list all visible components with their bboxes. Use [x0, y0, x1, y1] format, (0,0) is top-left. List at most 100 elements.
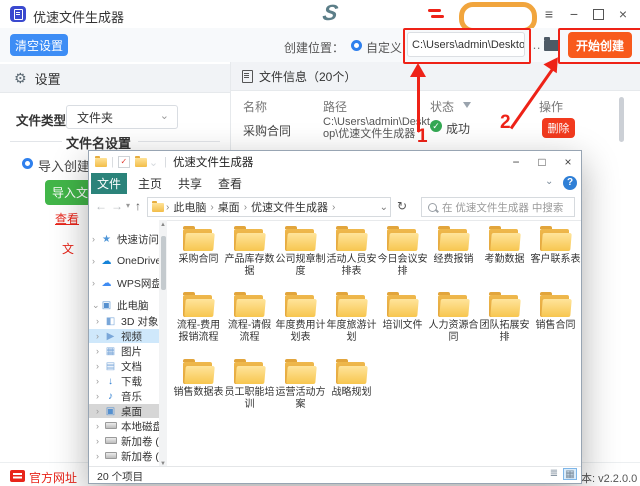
- explorer-close-icon[interactable]: ×: [555, 155, 581, 169]
- up-icon[interactable]: ↑: [135, 199, 141, 213]
- folder-icon[interactable]: [134, 155, 147, 167]
- minimize-icon[interactable]: −: [565, 6, 583, 22]
- sidebar-item-videos[interactable]: › ▶ 视频: [89, 329, 167, 343]
- drive-icon: [104, 436, 117, 447]
- folder-item[interactable]: 考勤数据: [479, 226, 530, 278]
- folder-item[interactable]: 流程-费用报销流程: [173, 292, 224, 344]
- clear-settings-button[interactable]: 清空设置: [10, 34, 68, 56]
- explorer-minimize-icon[interactable]: −: [503, 155, 529, 169]
- breadcrumb[interactable]: › 此电脑 › 桌面 › 优速文件生成器 › ⌄: [147, 197, 391, 217]
- crumb-current[interactable]: 优速文件生成器: [251, 199, 328, 215]
- annotation-arrow-1: [417, 76, 420, 132]
- menu-icon[interactable]: ≡: [540, 6, 558, 22]
- folder-item[interactable]: 产品库存数据: [224, 226, 275, 278]
- step-2-label: 2: [500, 112, 511, 133]
- folder-item[interactable]: 年度费用计划表: [275, 292, 326, 344]
- search-input[interactable]: 在 优速文件生成器 中搜索: [421, 197, 575, 217]
- folder-item[interactable]: 培训文件: [377, 292, 428, 344]
- sidebar-item-desktop[interactable]: › ▣ 桌面: [89, 404, 167, 418]
- drive-icon: [104, 421, 117, 432]
- download-icon: ↓: [108, 375, 113, 387]
- checkbox-icon[interactable]: ✓: [117, 156, 130, 168]
- folder-item[interactable]: 人力资源合同: [428, 292, 479, 344]
- tab-share[interactable]: 共享: [173, 173, 207, 194]
- sidebar-item-music[interactable]: › ♪ 音乐: [89, 389, 167, 403]
- import-create-radio[interactable]: [22, 158, 33, 169]
- folder-icon: [437, 292, 470, 318]
- chevron-down-icon: ⌄: [159, 110, 169, 122]
- thumbnail-view-icon[interactable]: ▦: [563, 468, 577, 480]
- settings-header: ⚙ 设置: [0, 64, 230, 93]
- chevron-down-icon[interactable]: ⌄: [149, 156, 158, 169]
- sidebar-item-quick-access[interactable]: › ★ 快速访问: [89, 232, 167, 246]
- history-chevron-icon[interactable]: ▾: [126, 201, 130, 210]
- view-sample-link[interactable]: 查看: [55, 210, 79, 227]
- explorer-maximize-icon[interactable]: □: [529, 155, 555, 169]
- item-count: 20 个项目: [97, 471, 144, 483]
- filter-icon[interactable]: [463, 102, 471, 108]
- forward-icon[interactable]: →: [111, 199, 123, 213]
- folder-item[interactable]: 运营活动方案: [275, 359, 326, 411]
- music-icon: ♪: [108, 390, 113, 402]
- folder-item[interactable]: 采购合同: [173, 226, 224, 278]
- folder-row-1: 采购合同 产品库存数据 公司规章制度 活动人员安排表 今日会议安排 经费报销 考…: [173, 226, 581, 278]
- folder-icon: [233, 292, 266, 318]
- folder-item[interactable]: 客户联系表: [530, 226, 581, 278]
- col-path: 路径: [323, 100, 348, 114]
- maximize-icon[interactable]: [593, 9, 604, 20]
- sidebar-item-3d[interactable]: › ◧ 3D 对象: [89, 314, 167, 328]
- address-dropdown-icon[interactable]: ⌄: [380, 202, 388, 213]
- custom-location-radio[interactable]: [351, 40, 362, 51]
- sidebar-item-documents[interactable]: › ▤ 文档: [89, 359, 167, 373]
- folder-item[interactable]: 销售数据表: [173, 359, 224, 411]
- close-icon[interactable]: ×: [614, 6, 632, 22]
- details-view-icon[interactable]: ≣: [547, 468, 561, 480]
- folder-row-3: 销售数据表 员工职能培训 运营活动方案 战略规划: [173, 359, 581, 411]
- folder-item[interactable]: 战略规划: [326, 359, 377, 411]
- folder-item[interactable]: 流程-请假流程: [224, 292, 275, 344]
- sidebar-item-this-pc[interactable]: ⌄ ▣ 此电脑: [89, 298, 167, 312]
- browse-folder-icon[interactable]: [544, 37, 559, 51]
- sidebar-item-onedrive[interactable]: › ☁ OneDrive: [89, 254, 167, 268]
- delete-button[interactable]: 删除: [542, 118, 575, 138]
- folder-item[interactable]: 活动人员安排表: [326, 226, 377, 278]
- tab-file[interactable]: 文件: [91, 173, 127, 194]
- help-icon[interactable]: ?: [563, 176, 577, 190]
- sidebar-item-downloads[interactable]: › ↓ 下载: [89, 374, 167, 388]
- col-status: 状态: [430, 100, 455, 114]
- document-icon: [242, 69, 253, 83]
- folder-item[interactable]: 员工职能培训: [224, 359, 275, 411]
- cloud-icon: ☁: [101, 277, 112, 289]
- crumb-desktop[interactable]: 桌面: [218, 199, 240, 215]
- folder-item[interactable]: 公司规章制度: [275, 226, 326, 278]
- sidebar-item-pictures[interactable]: › ▦ 图片: [89, 344, 167, 358]
- folder-item[interactable]: 年度旅游计划: [326, 292, 377, 344]
- app-title: 优速文件生成器: [33, 10, 125, 25]
- sidebar-item-wps[interactable]: › ☁ WPS网盘: [89, 276, 167, 290]
- crumb-this-pc[interactable]: 此电脑: [173, 199, 206, 215]
- sidebar-scrollbar[interactable]: ▲ ▼: [159, 220, 167, 469]
- star-icon: ★: [102, 233, 111, 245]
- folder-icon: [233, 359, 266, 385]
- panel-scrollbar[interactable]: [619, 97, 624, 142]
- refresh-icon[interactable]: ↻: [397, 199, 407, 213]
- picture-icon: ▦: [105, 345, 116, 357]
- sidebar-item-disk-f[interactable]: › 新加卷 (F:): [89, 449, 167, 463]
- back-icon[interactable]: ←: [95, 199, 107, 213]
- watermark-logo: S: [320, 0, 340, 25]
- sidebar-item-disk-c[interactable]: ›本地磁盘 (C:): [89, 419, 167, 433]
- folder-item[interactable]: 经费报销: [428, 226, 479, 278]
- explorer-titlebar: | ✓ ⌄ | 优速文件生成器 − □ ×: [89, 151, 581, 173]
- folder-item[interactable]: 今日会议安排: [377, 226, 428, 278]
- pc-icon: ▣: [101, 299, 112, 311]
- tab-view[interactable]: 查看: [213, 173, 247, 194]
- sidebar-item-disk-e[interactable]: ›新加卷 (E:): [89, 434, 167, 448]
- folder-item[interactable]: 团队拓展安排: [479, 292, 530, 344]
- tab-home[interactable]: 主页: [133, 173, 167, 194]
- official-website-link[interactable]: 官方网址: [29, 469, 77, 486]
- folder-icon: [284, 226, 317, 252]
- file-type-select[interactable]: 文件夹 ⌄: [66, 105, 178, 129]
- website-icon: [10, 470, 25, 482]
- folder-item[interactable]: 销售合同: [530, 292, 581, 344]
- ribbon-collapse-icon[interactable]: ⌄: [545, 176, 553, 187]
